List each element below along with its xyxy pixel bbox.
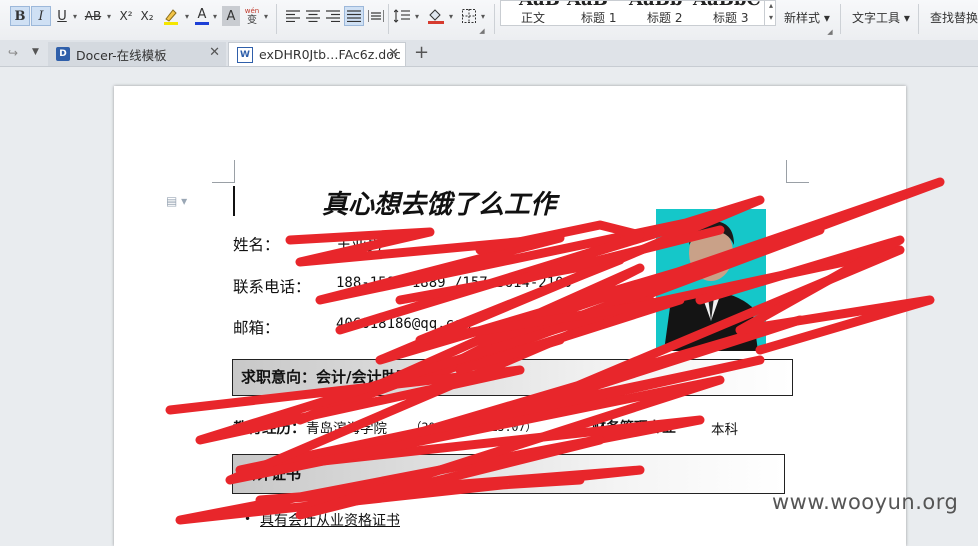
redaction-scribble <box>165 177 945 525</box>
site-watermark: www.wooyun.org <box>772 490 959 514</box>
